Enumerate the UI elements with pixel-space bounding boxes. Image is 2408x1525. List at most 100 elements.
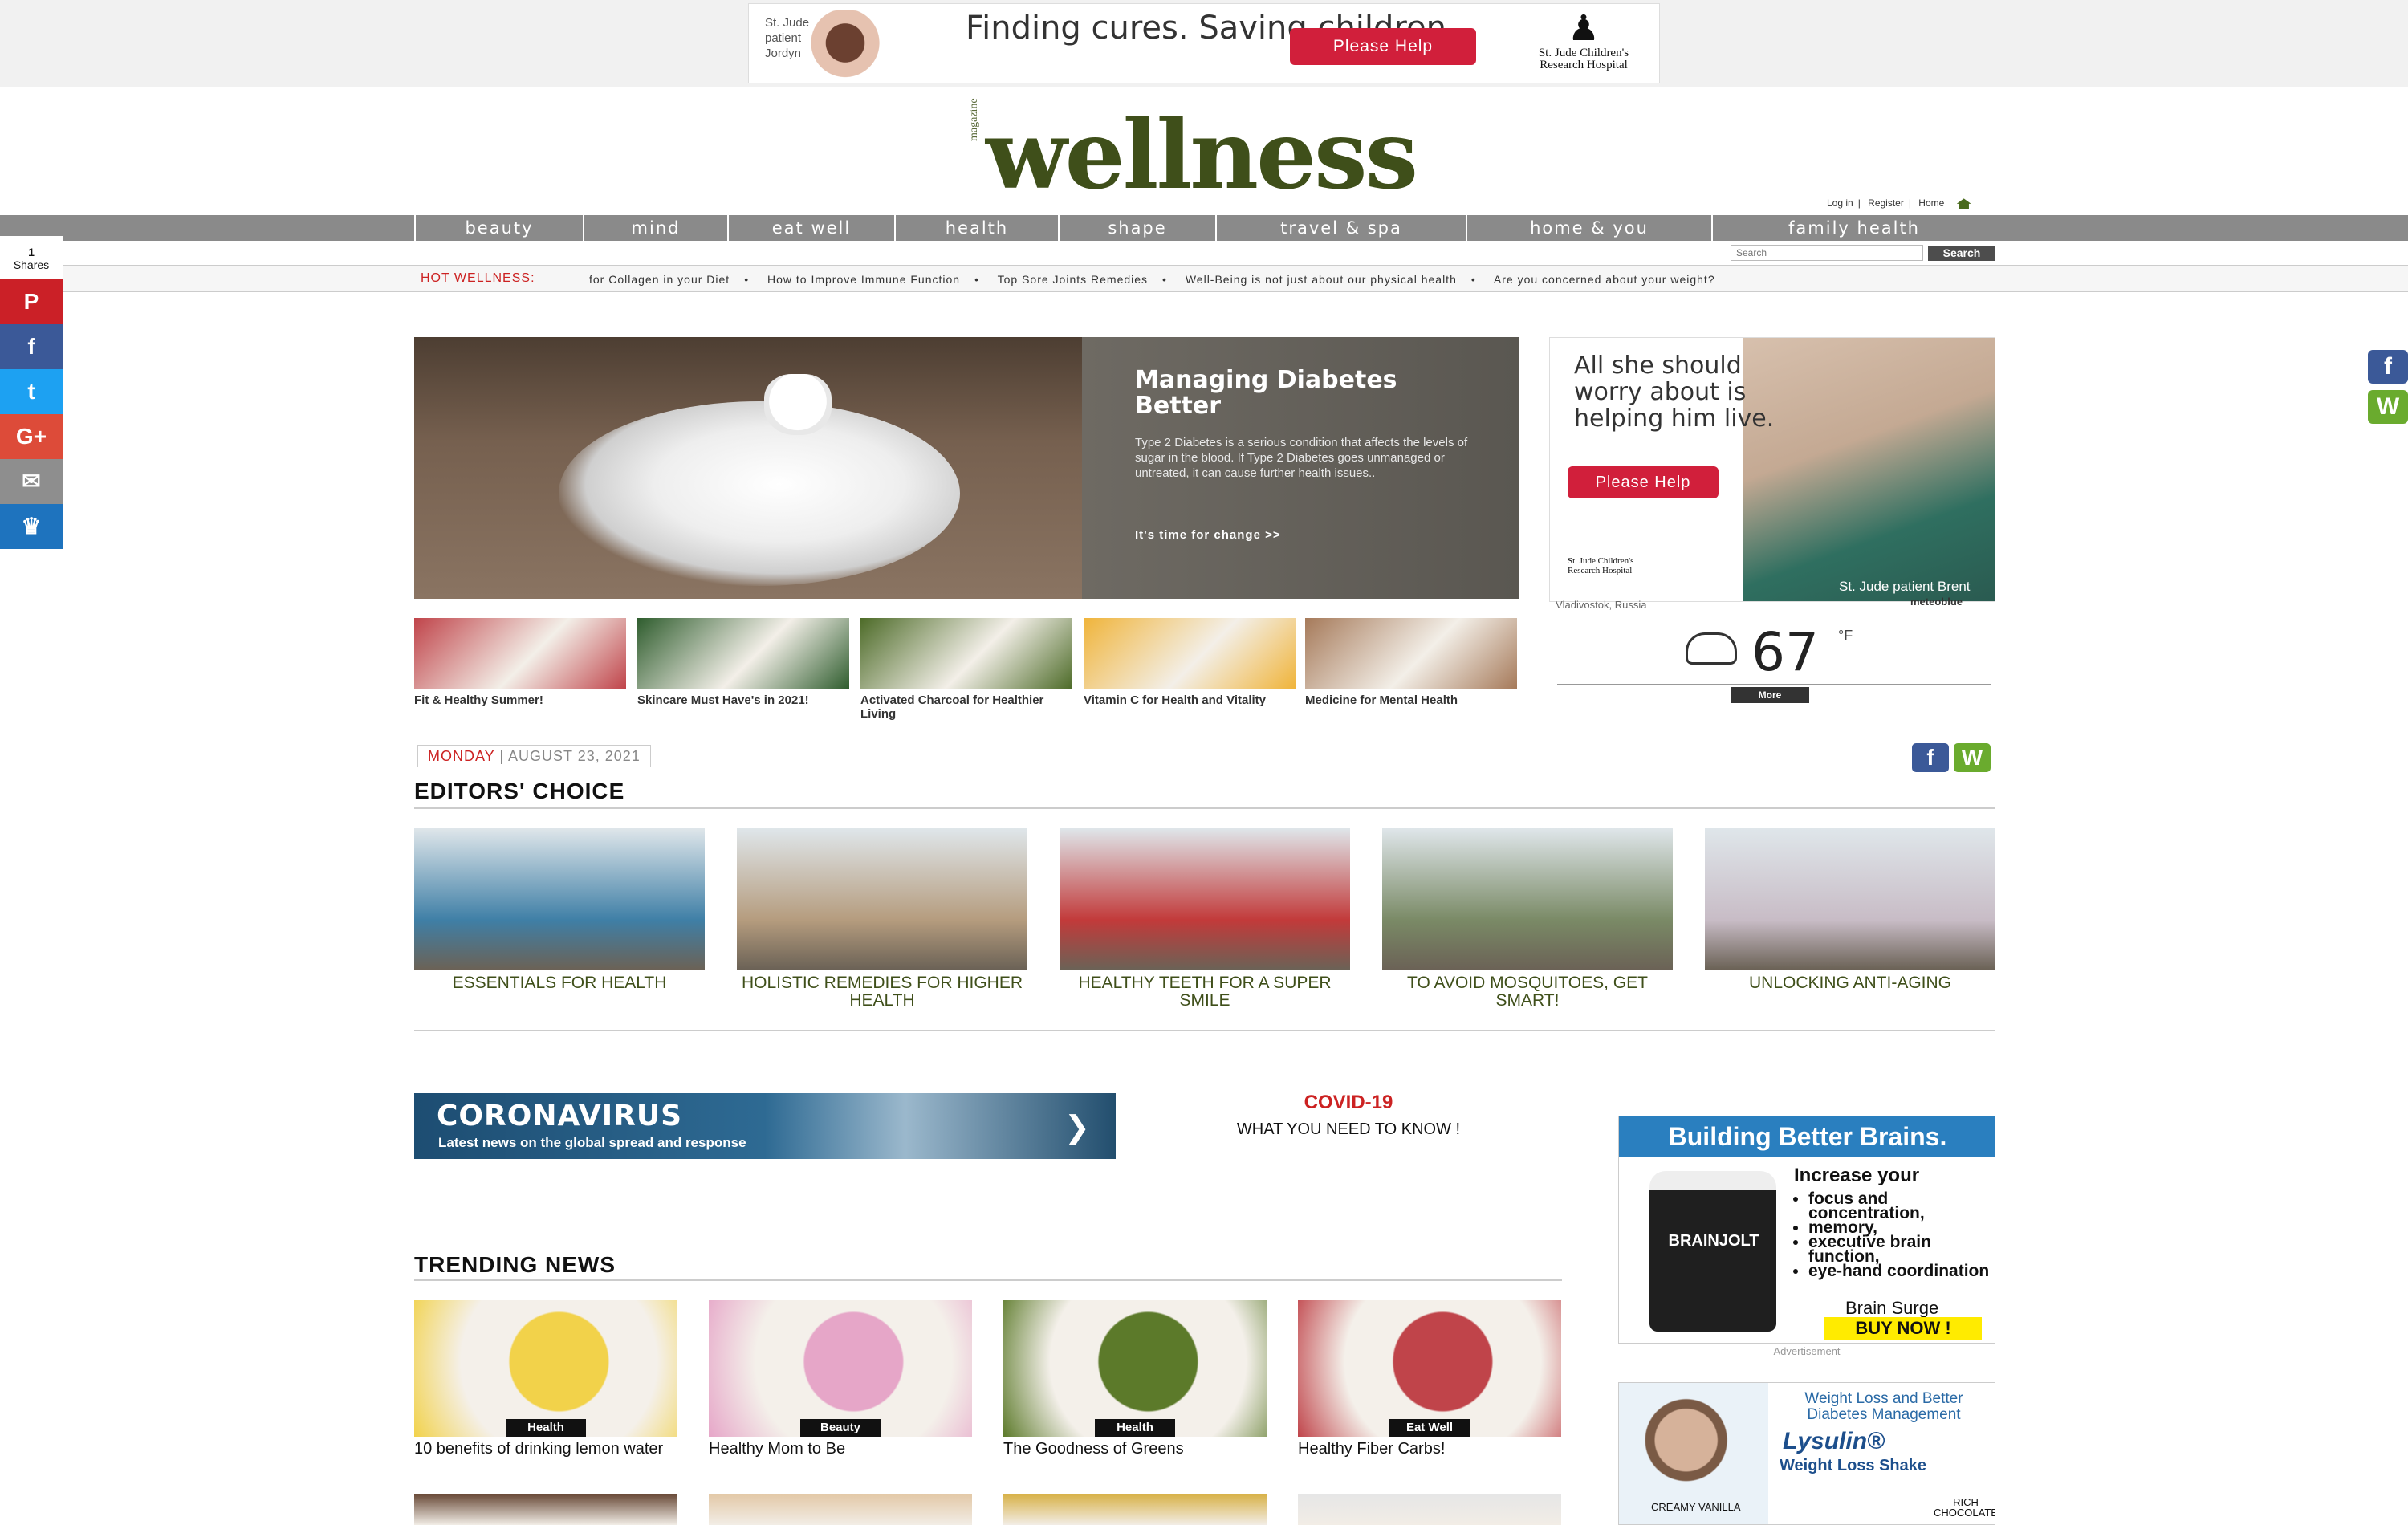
trending-image[interactable]: Health	[1003, 1300, 1267, 1437]
brand-magazine-label: magazine	[968, 98, 980, 141]
thumb-image[interactable]	[1084, 618, 1296, 689]
nav-item-home-you[interactable]: home & you	[1466, 215, 1711, 241]
thumb-caption[interactable]: Skincare Must Have's in 2021!	[637, 693, 849, 707]
register-link[interactable]: Register	[1868, 197, 1904, 209]
ad-please-help-button[interactable]: Please Help	[1290, 28, 1476, 65]
featured-thumb[interactable]: Fit & Healthy Summer!	[414, 618, 626, 707]
editors-choice-caption[interactable]: HOLISTIC REMEDIES FOR HIGHER HEALTH	[737, 974, 1027, 1010]
ad-patient-label: St. Jude patient Brent	[1839, 579, 1971, 594]
editors-choice-card[interactable]: UNLOCKING ANTI-AGING	[1705, 828, 1995, 992]
category-badge[interactable]: Health	[506, 1419, 586, 1437]
weather-divider	[1557, 684, 1991, 685]
trending-card[interactable]: Eat Well Healthy Fiber Carbs!	[1298, 1300, 1561, 1458]
lysulin-ad[interactable]: Weight Loss and Better Diabetes Manageme…	[1618, 1382, 1995, 1525]
thumb-image[interactable]	[414, 618, 626, 689]
facebook-follow-icon[interactable]: f	[2368, 350, 2408, 384]
trending-caption[interactable]: 10 benefits of drinking lemon water	[414, 1440, 677, 1458]
trending-image[interactable]	[414, 1494, 677, 1525]
thumb-caption[interactable]: Vitamin C for Health and Vitality	[1084, 693, 1296, 707]
login-link[interactable]: Log in	[1827, 197, 1853, 209]
editors-choice-caption[interactable]: UNLOCKING ANTI-AGING	[1705, 974, 1995, 992]
wellness-follow-icon[interactable]: W	[2368, 390, 2408, 424]
weather-more-button[interactable]: More	[1731, 687, 1809, 703]
hero-body: Type 2 Diabetes is a serious condition t…	[1135, 436, 1468, 480]
trending-image[interactable]	[1298, 1494, 1561, 1525]
editors-choice-caption[interactable]: HEALTHY TEETH FOR A SUPER SMILE	[1060, 974, 1350, 1010]
trending-image[interactable]: Beauty	[709, 1300, 972, 1437]
editors-choice-card[interactable]: ESSENTIALS FOR HEALTH	[414, 828, 705, 992]
thumb-image[interactable]	[1305, 618, 1517, 689]
coronavirus-banner[interactable]: CORONAVIRUS Latest news on the global sp…	[414, 1093, 1116, 1159]
facebook-share-button[interactable]: f	[0, 324, 63, 369]
editors-choice-image[interactable]	[1382, 828, 1673, 970]
site-logo[interactable]: wellness	[986, 95, 1418, 215]
hero-title[interactable]: Managing Diabetes Better	[1135, 368, 1480, 419]
home-link[interactable]: Home	[1918, 197, 1944, 209]
covid-subheading[interactable]: WHAT YOU NEED TO KNOW !	[1172, 1120, 1525, 1139]
editors-choice-caption[interactable]: TO AVOID MOSQUITOES, GET SMART!	[1382, 974, 1673, 1010]
st-jude-side-ad[interactable]: All she should worry about is helping hi…	[1549, 337, 1995, 602]
category-badge[interactable]: Beauty	[800, 1419, 881, 1437]
search-input[interactable]	[1731, 245, 1923, 261]
editors-choice-caption[interactable]: ESSENTIALS FOR HEALTH	[414, 974, 705, 992]
editors-choice-image[interactable]	[1705, 828, 1995, 970]
trending-image[interactable]	[709, 1494, 972, 1525]
ticker-item[interactable]: Well-Being is not just about our physica…	[1186, 273, 1457, 286]
covid-heading[interactable]: COVID-19	[1204, 1092, 1493, 1114]
trending-caption[interactable]: Healthy Mom to Be	[709, 1440, 972, 1458]
featured-thumb[interactable]: Vitamin C for Health and Vitality	[1084, 618, 1296, 707]
ticker-item[interactable]: How to Improve Immune Function	[767, 273, 960, 286]
featured-thumb[interactable]: Activated Charcoal for Healthier Living	[860, 618, 1072, 721]
ticker-item[interactable]: for Collagen in your Diet	[589, 273, 730, 286]
trending-card[interactable]: Beauty Healthy Mom to Be	[709, 1300, 972, 1458]
trending-card[interactable]: Health The Goodness of Greens	[1003, 1300, 1267, 1458]
featured-thumb[interactable]: Medicine for Mental Health	[1305, 618, 1517, 707]
nav-item-health[interactable]: health	[894, 215, 1058, 241]
brain-surge-ad[interactable]: Building Better Brains. BRAINJOLT Increa…	[1618, 1116, 1995, 1344]
twitter-share-button[interactable]: t	[0, 369, 63, 414]
trending-image[interactable]	[1003, 1494, 1267, 1525]
meteoblue-logo[interactable]: meteoblue	[1910, 596, 1963, 608]
buy-now-button[interactable]: BUY NOW !	[1824, 1317, 1982, 1340]
hero-read-more-link[interactable]: It's time for change >>	[1135, 528, 1281, 542]
email-share-button[interactable]: ✉	[0, 459, 63, 504]
chevron-right-icon[interactable]: ❯	[1064, 1109, 1090, 1145]
google-plus-share-button[interactable]: G+	[0, 414, 63, 459]
wellness-icon[interactable]: W	[1954, 743, 1991, 772]
category-badge[interactable]: Eat Well	[1389, 1419, 1470, 1437]
nav-item-mind[interactable]: mind	[583, 215, 727, 241]
pinterest-share-button[interactable]: P	[0, 279, 63, 324]
nav-item-eat-well[interactable]: eat well	[727, 215, 894, 241]
nav-item-travel-spa[interactable]: travel & spa	[1215, 215, 1466, 241]
trending-caption[interactable]: The Goodness of Greens	[1003, 1440, 1267, 1458]
editors-choice-image[interactable]	[1060, 828, 1350, 970]
sumo-share-button[interactable]: ♛	[0, 504, 63, 549]
search-button[interactable]: Search	[1928, 246, 1995, 261]
ticker-item[interactable]: Are you concerned about your weight?	[1494, 273, 1715, 286]
st-jude-top-banner-ad[interactable]: St. Jude patient Jordyn Finding cures. S…	[748, 3, 1660, 83]
editors-choice-card[interactable]: HEALTHY TEETH FOR A SUPER SMILE	[1060, 828, 1350, 1010]
trending-image[interactable]: Health	[414, 1300, 677, 1437]
editors-choice-image[interactable]	[737, 828, 1027, 970]
thumb-caption[interactable]: Medicine for Mental Health	[1305, 693, 1517, 707]
nav-item-shape[interactable]: shape	[1058, 215, 1215, 241]
editors-choice-card[interactable]: HOLISTIC REMEDIES FOR HIGHER HEALTH	[737, 828, 1027, 1010]
ad-please-help-button[interactable]: Please Help	[1568, 466, 1719, 498]
featured-thumb[interactable]: Skincare Must Have's in 2021!	[637, 618, 849, 707]
category-badge[interactable]: Health	[1095, 1419, 1175, 1437]
facebook-icon[interactable]: f	[1912, 743, 1949, 772]
thumb-image[interactable]	[637, 618, 849, 689]
thumb-image[interactable]	[860, 618, 1072, 689]
ticker-item[interactable]: Top Sore Joints Remedies	[998, 273, 1148, 286]
thumb-caption[interactable]: Activated Charcoal for Healthier Living	[860, 693, 1072, 721]
editors-choice-image[interactable]	[414, 828, 705, 970]
nav-item-family-health[interactable]: family health	[1711, 215, 1995, 241]
editors-choice-card[interactable]: TO AVOID MOSQUITOES, GET SMART!	[1382, 828, 1673, 1010]
trending-card[interactable]: Health 10 benefits of drinking lemon wate…	[414, 1300, 677, 1458]
trending-image[interactable]: Eat Well	[1298, 1300, 1561, 1437]
nav-item-beauty[interactable]: beauty	[414, 215, 583, 241]
home-icon[interactable]	[1956, 198, 1971, 209]
trending-caption[interactable]: Healthy Fiber Carbs!	[1298, 1440, 1561, 1458]
hero-feature[interactable]: Managing Diabetes Better Type 2 Diabetes…	[414, 337, 1519, 599]
thumb-caption[interactable]: Fit & Healthy Summer!	[414, 693, 626, 707]
